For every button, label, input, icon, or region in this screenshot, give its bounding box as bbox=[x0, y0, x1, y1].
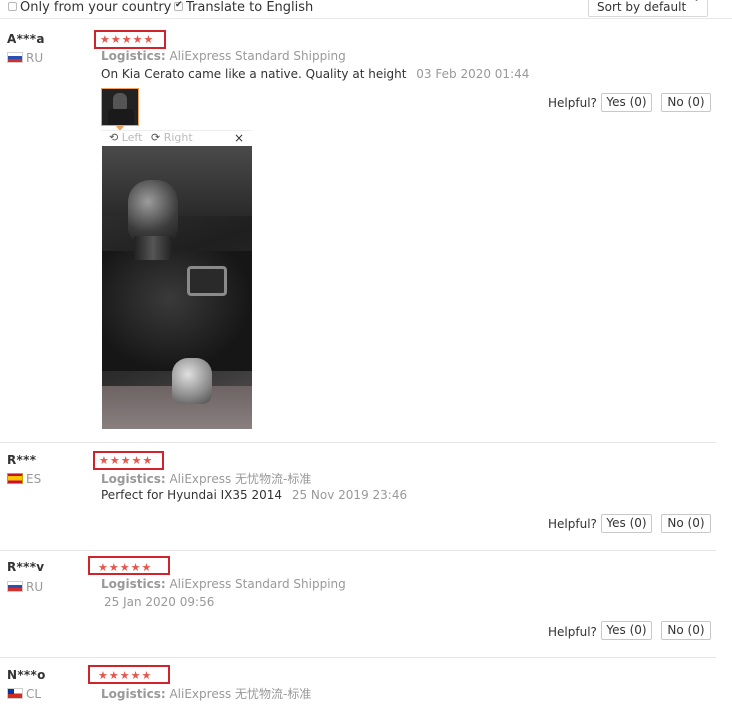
star-rating: ★★★★★ bbox=[98, 561, 153, 574]
country-code: CL bbox=[26, 687, 42, 701]
country-code: RU bbox=[26, 51, 44, 65]
star-rating: ★★★★★ bbox=[98, 669, 153, 682]
review-divider bbox=[0, 657, 716, 658]
photo-viewer-toolbar: ⟲ Left ⟳ Right × bbox=[101, 130, 252, 146]
logistics-label: Logistics: bbox=[101, 472, 166, 486]
logistics-value: AliExpress 无忧物流-标准 bbox=[169, 687, 312, 701]
helpful-no-button[interactable]: No (0) bbox=[661, 514, 711, 533]
logistics-info: Logistics: AliExpress 无忧物流-标准 bbox=[101, 470, 311, 487]
review-divider bbox=[0, 550, 716, 551]
logistics-label: Logistics: bbox=[101, 49, 166, 63]
review-feedback: On Kia Cerato came like a native. Qualit… bbox=[101, 67, 407, 81]
rotate-right-icon: ⟳ bbox=[151, 131, 161, 144]
filter-bar: Only from your country Translate to Engl… bbox=[0, 0, 732, 19]
logistics-value: AliExpress Standard Shipping bbox=[169, 49, 346, 63]
only-country-label[interactable]: Only from your country bbox=[20, 0, 171, 15]
review-photo-thumbnail[interactable] bbox=[101, 88, 139, 126]
country-code: ES bbox=[26, 472, 42, 486]
review-date: 03 Feb 2020 01:44 bbox=[416, 67, 530, 81]
translate-label[interactable]: Translate to English bbox=[186, 0, 313, 15]
logistics-info: Logistics: AliExpress 无忧物流-标准 bbox=[101, 685, 311, 702]
rotate-right-button[interactable]: ⟳ Right bbox=[151, 131, 193, 144]
star-rating-highlight: ★★★★★ bbox=[93, 451, 164, 470]
helpful-label: Helpful? bbox=[548, 96, 597, 110]
sort-select-value: Sort by default bbox=[597, 0, 687, 14]
review-date: 25 Jan 2020 09:56 bbox=[104, 595, 215, 609]
reviewer-name: A***a bbox=[7, 32, 45, 46]
rotate-left-button[interactable]: ⟲ Left bbox=[109, 131, 142, 144]
flag-icon bbox=[7, 473, 23, 484]
flag-icon bbox=[7, 581, 23, 592]
star-rating-highlight: ★★★★★ bbox=[88, 665, 170, 684]
review-feedback: Perfect for Hyundai IX35 2014 bbox=[101, 488, 283, 502]
translate-checkbox[interactable] bbox=[174, 0, 183, 11]
review-divider bbox=[0, 442, 716, 443]
rotate-left-icon: ⟲ bbox=[109, 131, 119, 144]
review-photo-large bbox=[102, 146, 252, 429]
reviewer-name: R*** bbox=[7, 453, 37, 467]
chevron-down-icon: ˇ bbox=[694, 0, 699, 10]
close-icon[interactable]: × bbox=[234, 131, 244, 145]
only-country-checkbox[interactable] bbox=[8, 2, 17, 11]
rotate-right-label: Right bbox=[163, 131, 193, 144]
reviewer-name: N***o bbox=[7, 668, 46, 682]
country-code: RU bbox=[26, 580, 44, 594]
helpful-no-button[interactable]: No (0) bbox=[661, 621, 711, 640]
logistics-label: Logistics: bbox=[101, 577, 166, 591]
logistics-info: Logistics: AliExpress Standard Shipping bbox=[101, 49, 346, 63]
star-rating: ★★★★★ bbox=[100, 33, 155, 46]
rotate-left-label: Left bbox=[121, 131, 143, 144]
flag-icon bbox=[7, 688, 23, 699]
helpful-label: Helpful? bbox=[548, 517, 597, 531]
helpful-yes-button[interactable]: Yes (0) bbox=[601, 93, 652, 112]
helpful-label: Helpful? bbox=[548, 625, 597, 639]
review-date: 25 Nov 2019 23:46 bbox=[291, 488, 408, 502]
star-rating-highlight: ★★★★★ bbox=[88, 556, 170, 575]
logistics-label: Logistics: bbox=[101, 687, 166, 701]
flag-icon bbox=[7, 52, 23, 63]
helpful-yes-button[interactable]: Yes (0) bbox=[601, 621, 652, 640]
logistics-value: AliExpress Standard Shipping bbox=[169, 577, 346, 591]
reviewer-name: R***v bbox=[7, 560, 45, 574]
review-text: On Kia Cerato came like a native. Qualit… bbox=[101, 67, 529, 81]
logistics-value: AliExpress 无忧物流-标准 bbox=[169, 472, 312, 486]
logistics-info: Logistics: AliExpress Standard Shipping bbox=[101, 577, 346, 591]
helpful-no-button[interactable]: No (0) bbox=[661, 93, 711, 112]
sort-select[interactable]: Sort by default ˇ bbox=[588, 0, 708, 17]
helpful-yes-button[interactable]: Yes (0) bbox=[601, 514, 652, 533]
review-text: Perfect for Hyundai IX35 2014 25 Nov 201… bbox=[101, 488, 407, 502]
star-rating-highlight: ★★★★★ bbox=[94, 30, 166, 49]
star-rating: ★★★★★ bbox=[99, 454, 154, 467]
